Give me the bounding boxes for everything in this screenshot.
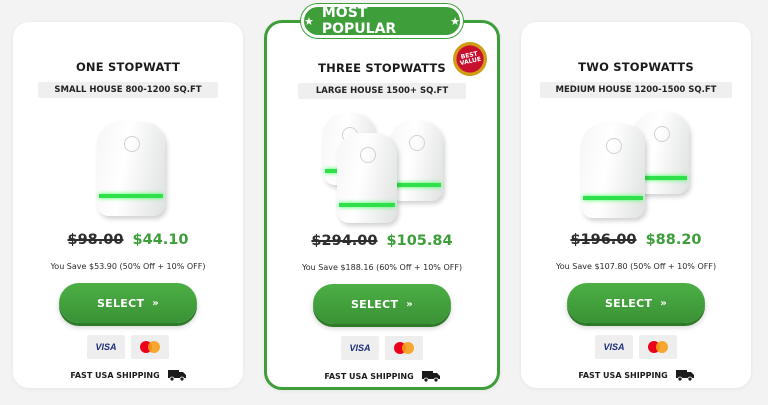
price-row: $196.00 $88.20 [521, 232, 751, 248]
savings-text: You Save $188.16 (60% Off + 10% OFF) [301, 263, 463, 272]
payment-methods: VISA [267, 336, 497, 360]
shipping-info: FAST USA SHIPPING [13, 369, 243, 381]
star-icon: ★ [304, 14, 314, 28]
package-subtitle: MEDIUM HOUSE 1200-1500 SQ.FT [539, 82, 733, 98]
package-subtitle: SMALL HOUSE 800-1200 SQ.FT [38, 82, 218, 98]
select-label: SELECT [96, 296, 145, 310]
most-popular-badge: ★ MOST POPULAR ★ [301, 4, 463, 38]
product-image [267, 109, 497, 227]
product-image [521, 108, 751, 226]
shipping-label: FAST USA SHIPPING [70, 370, 160, 380]
device-icon [389, 121, 443, 201]
truck-icon [167, 370, 186, 381]
mastercard-icon [639, 335, 677, 359]
package-card-two: TWO STOPWATTS MEDIUM HOUSE 1200-1500 SQ.… [521, 22, 751, 388]
truck-icon [675, 370, 694, 381]
original-price: $98.00 [67, 232, 124, 248]
double-chevron-right-icon: » [406, 298, 414, 310]
payment-methods: VISA [521, 335, 751, 359]
most-popular-label: MOST POPULAR [321, 5, 397, 37]
shipping-label: FAST USA SHIPPING [324, 371, 414, 381]
mastercard-icon [385, 336, 423, 360]
price-row: $98.00 $44.10 [13, 232, 243, 248]
shipping-label: FAST USA SHIPPING [578, 370, 668, 380]
double-chevron-right-icon: » [152, 297, 160, 309]
package-card-one: ONE STOPWATT SMALL HOUSE 800-1200 SQ.FT … [13, 22, 243, 388]
select-button[interactable]: SELECT » [313, 284, 451, 324]
visa-icon: VISA [341, 336, 379, 360]
shipping-info: FAST USA SHIPPING [267, 370, 497, 382]
sale-price: $44.10 [132, 232, 189, 248]
star-icon: ★ [450, 14, 460, 28]
package-subtitle: LARGE HOUSE 1500+ SQ.FT [298, 83, 466, 99]
device-icon [337, 133, 397, 223]
truck-icon [421, 371, 440, 382]
select-label: SELECT [604, 296, 653, 310]
product-image [13, 108, 243, 226]
payment-methods: VISA [13, 335, 243, 359]
visa-icon: VISA [595, 335, 633, 359]
visa-icon: VISA [87, 335, 125, 359]
select-button[interactable]: SELECT » [59, 283, 197, 323]
savings-text: You Save $107.80 (50% Off + 10% OFF) [555, 262, 717, 271]
select-button[interactable]: SELECT » [567, 283, 705, 323]
shipping-info: FAST USA SHIPPING [521, 369, 751, 381]
price-row: $294.00 $105.84 [267, 233, 497, 249]
select-label: SELECT [350, 297, 399, 311]
device-icon [97, 122, 165, 216]
package-title: TWO STOPWATTS [578, 60, 694, 74]
double-chevron-right-icon: » [660, 297, 668, 309]
package-title: ONE STOPWATT [75, 60, 181, 74]
sale-price: $105.84 [386, 233, 453, 249]
original-price: $294.00 [311, 233, 378, 249]
sale-price: $88.20 [645, 232, 702, 248]
original-price: $196.00 [570, 232, 637, 248]
savings-text: You Save $53.90 (50% Off + 10% OFF) [50, 262, 206, 271]
device-icon [581, 124, 645, 218]
mastercard-icon [131, 335, 169, 359]
